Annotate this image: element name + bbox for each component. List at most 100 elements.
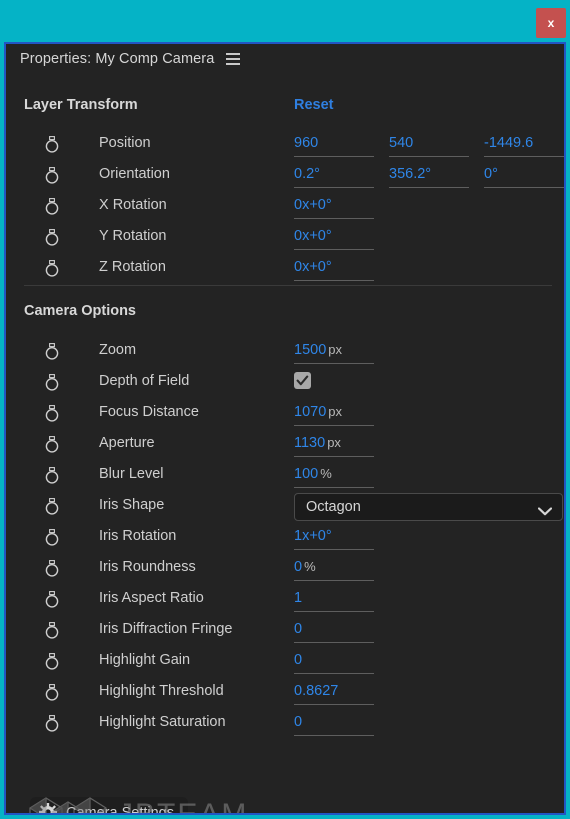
- property-row-highlight-threshold: Highlight Threshold 0.8627: [6, 677, 564, 708]
- value-underline: [294, 456, 374, 457]
- chevron-down-icon: [537, 503, 553, 521]
- value-field-orientation-2[interactable]: 0°: [484, 166, 498, 182]
- property-label: Iris Roundness: [99, 559, 196, 575]
- property-row-depth-of-field: Depth of Field: [6, 367, 564, 398]
- property-row-focus-distance: Focus Distance 1070 px: [6, 398, 564, 429]
- stopwatch-icon[interactable]: [44, 591, 60, 608]
- section-divider: [24, 285, 552, 286]
- value-field-orientation-0[interactable]: 0.2°: [294, 166, 320, 182]
- value-underline: [294, 549, 374, 550]
- value-underline: [294, 363, 374, 364]
- property-label: Blur Level: [99, 466, 164, 482]
- property-row-z-rotation: Z Rotation 0x+0°: [6, 253, 564, 284]
- value-underline: [294, 611, 374, 612]
- property-row-iris-roundness: Iris Roundness 0%: [6, 553, 564, 584]
- stopwatch-icon[interactable]: [44, 136, 60, 153]
- property-row-y-rotation: Y Rotation 0x+0°: [6, 222, 564, 253]
- value-underline: [294, 580, 374, 581]
- property-label: Highlight Threshold: [99, 683, 224, 699]
- value-field-iris-aspect-ratio-0[interactable]: 1: [294, 590, 302, 606]
- value-field-highlight-saturation-0[interactable]: 0: [294, 714, 302, 730]
- property-row-x-rotation: X Rotation 0x+0°: [6, 191, 564, 222]
- value-field-iris-roundness-0[interactable]: 0%: [294, 559, 316, 575]
- stopwatch-icon[interactable]: [44, 529, 60, 546]
- value-field-iris-diffraction-fringe-0[interactable]: 0: [294, 621, 302, 637]
- value-underline: [294, 280, 374, 281]
- value-field-blur-level-0[interactable]: 100%: [294, 466, 332, 482]
- camera-settings-label: Camera Settings: [66, 805, 174, 815]
- property-label: Z Rotation: [99, 259, 166, 275]
- property-row-iris-diffraction-fringe: Iris Diffraction Fringe 0: [6, 615, 564, 646]
- title-bar: x: [0, 0, 570, 40]
- stopwatch-icon[interactable]: [44, 229, 60, 246]
- property-label: Orientation: [99, 166, 170, 182]
- property-label: Iris Diffraction Fringe: [99, 621, 233, 637]
- dropdown-selected-value: Octagon: [306, 499, 361, 515]
- value-field-orientation-1[interactable]: 356.2°: [389, 166, 431, 182]
- value-underline: [389, 187, 469, 188]
- property-label: Iris Rotation: [99, 528, 177, 544]
- value-field-position-0[interactable]: 960: [294, 135, 318, 151]
- stopwatch-icon[interactable]: [44, 436, 60, 453]
- value-field-highlight-threshold-0[interactable]: 0.8627: [294, 683, 338, 699]
- property-label: Depth of Field: [99, 373, 190, 389]
- stopwatch-icon[interactable]: [44, 374, 60, 391]
- stopwatch-icon[interactable]: [44, 715, 60, 732]
- value-field-y-rotation-0[interactable]: 0x+0°: [294, 228, 332, 244]
- value-field-focus-distance-0[interactable]: 1070 px: [294, 404, 342, 420]
- value-underline: [484, 156, 564, 157]
- value-underline: [294, 425, 374, 426]
- property-label: Focus Distance: [99, 404, 199, 420]
- value-unit: %: [320, 466, 332, 481]
- stopwatch-icon[interactable]: [44, 622, 60, 639]
- hamburger-menu-icon[interactable]: [226, 53, 241, 65]
- value-field-iris-rotation-0[interactable]: 1x+0°: [294, 528, 332, 544]
- property-label: Highlight Saturation: [99, 714, 226, 730]
- dropdown-iris-shape[interactable]: Octagon: [294, 493, 563, 521]
- value-underline: [294, 218, 374, 219]
- stopwatch-icon[interactable]: [44, 343, 60, 360]
- value-unit: px: [328, 342, 342, 357]
- property-label: Highlight Gain: [99, 652, 191, 668]
- property-row-highlight-gain: Highlight Gain 0: [6, 646, 564, 677]
- property-row-iris-shape: Iris Shape Octagon: [6, 491, 564, 522]
- stopwatch-icon[interactable]: [44, 405, 60, 422]
- property-label: Y Rotation: [99, 228, 167, 244]
- panel-header: Properties: My Comp Camera: [6, 44, 564, 74]
- value-field-highlight-gain-0[interactable]: 0: [294, 652, 302, 668]
- stopwatch-icon[interactable]: [44, 498, 60, 515]
- value-unit: px: [328, 404, 342, 419]
- close-button[interactable]: x: [536, 8, 566, 38]
- value-field-x-rotation-0[interactable]: 0x+0°: [294, 197, 332, 213]
- stopwatch-icon[interactable]: [44, 260, 60, 277]
- stopwatch-icon[interactable]: [44, 560, 60, 577]
- value-field-aperture-0[interactable]: 1130 px: [294, 435, 341, 451]
- properties-panel: Properties: My Comp Camera Layer Transfo…: [4, 42, 566, 815]
- property-label: Iris Aspect Ratio: [99, 590, 204, 606]
- stopwatch-icon[interactable]: [44, 467, 60, 484]
- value-underline: [294, 249, 374, 250]
- value-field-z-rotation-0[interactable]: 0x+0°: [294, 259, 332, 275]
- property-row-iris-rotation: Iris Rotation 1x+0°: [6, 522, 564, 553]
- value-field-zoom-0[interactable]: 1500 px: [294, 342, 342, 358]
- stopwatch-icon[interactable]: [44, 653, 60, 670]
- stopwatch-icon[interactable]: [44, 198, 60, 215]
- reset-link[interactable]: Reset: [294, 97, 334, 113]
- page-title: Properties: My Comp Camera: [20, 51, 215, 67]
- checkbox-depth-of-field[interactable]: [294, 372, 311, 389]
- section-title-camera-options: Camera Options: [24, 303, 136, 319]
- property-label: Aperture: [99, 435, 155, 451]
- value-underline: [294, 487, 374, 488]
- property-row-zoom: Zoom 1500 px: [6, 336, 564, 367]
- value-underline: [294, 704, 374, 705]
- value-underline: [294, 642, 374, 643]
- value-underline: [484, 187, 564, 188]
- value-field-position-1[interactable]: 540: [389, 135, 413, 151]
- property-label: Position: [99, 135, 151, 151]
- stopwatch-icon[interactable]: [44, 167, 60, 184]
- property-label: X Rotation: [99, 197, 167, 213]
- value-field-position-2[interactable]: -1449.6: [484, 135, 533, 151]
- camera-settings-button[interactable]: Camera Settings: [30, 797, 188, 815]
- property-row-iris-aspect-ratio: Iris Aspect Ratio 1: [6, 584, 564, 615]
- stopwatch-icon[interactable]: [44, 684, 60, 701]
